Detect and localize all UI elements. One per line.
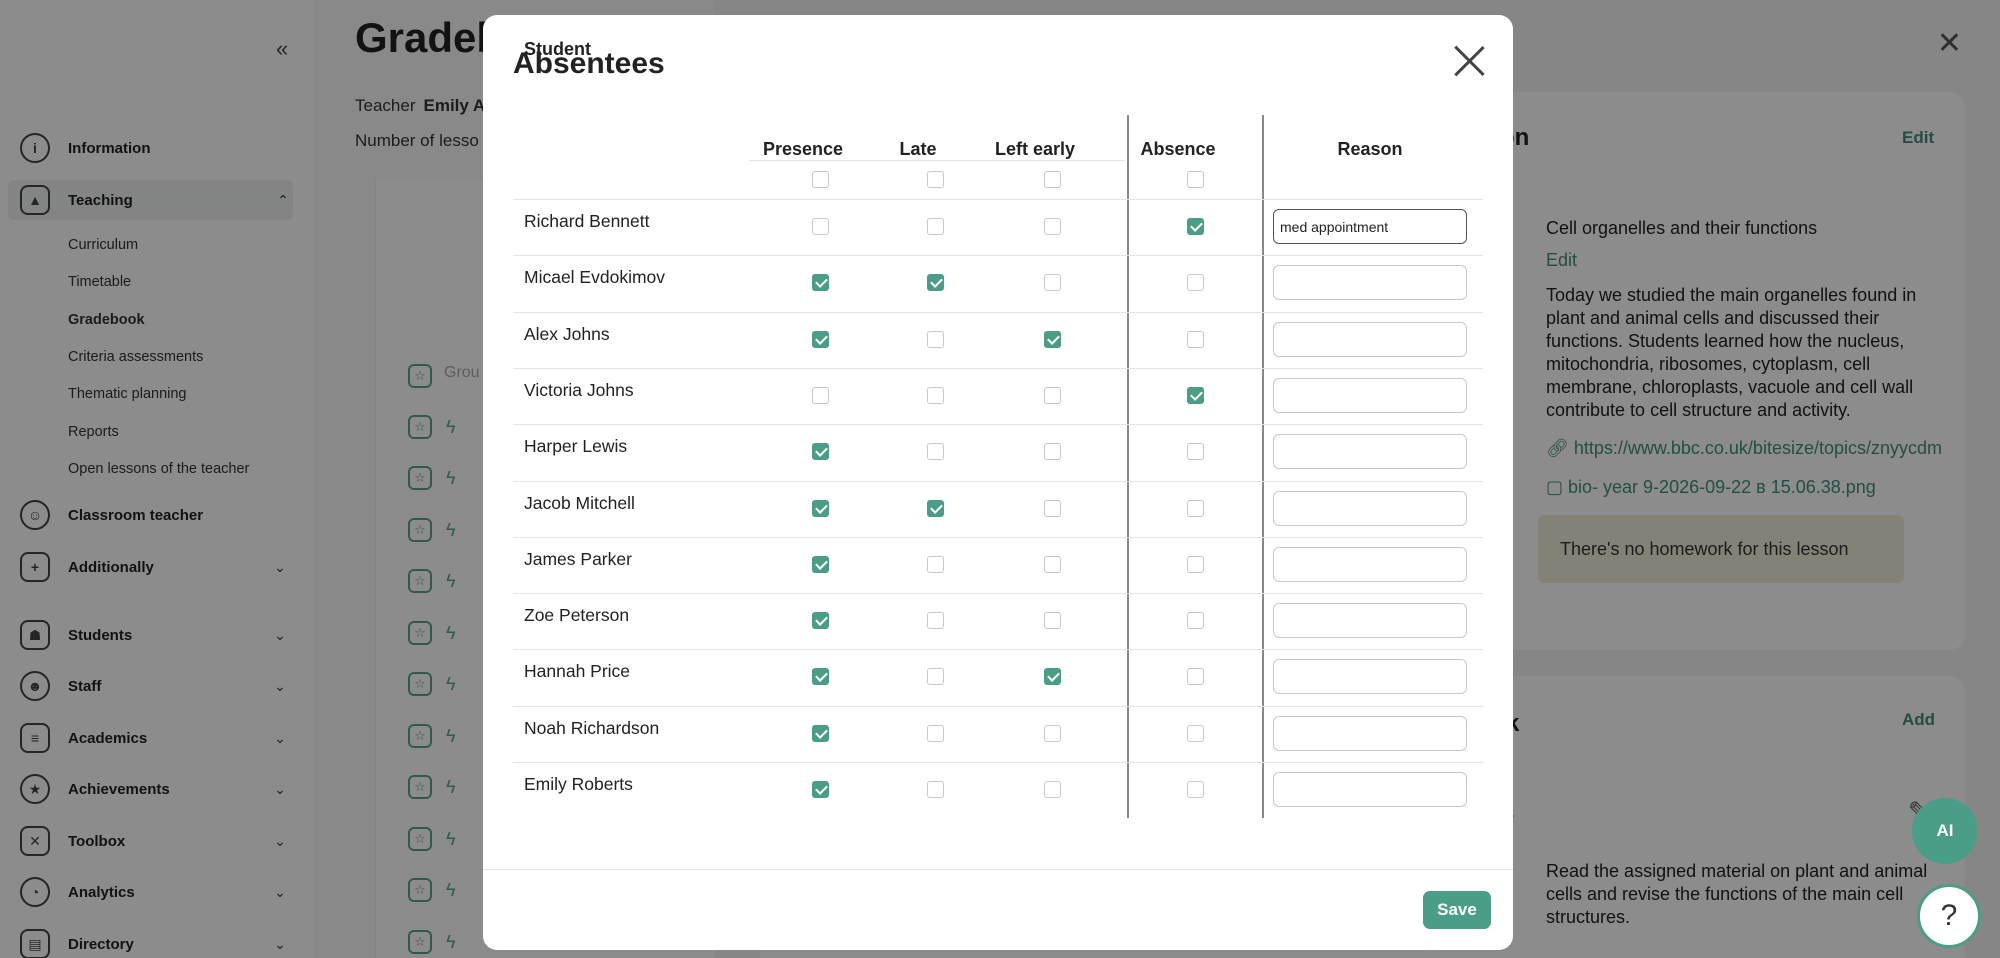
left-early-checkbox[interactable] bbox=[1044, 556, 1061, 573]
column-divider bbox=[1127, 115, 1129, 818]
column-header-presence: Presence bbox=[762, 139, 844, 159]
row-divider bbox=[513, 593, 1483, 594]
reason-input[interactable] bbox=[1273, 603, 1467, 638]
student-name: Noah Richardson bbox=[524, 718, 660, 738]
column-header-reason: Reason bbox=[1337, 139, 1403, 159]
absence-checkbox[interactable] bbox=[1187, 274, 1204, 291]
column-header-absence: Absence bbox=[1140, 139, 1216, 159]
student-name: Harper Lewis bbox=[524, 436, 628, 456]
ai-assistant-button[interactable]: AI bbox=[1912, 798, 1978, 864]
modal-footer-divider bbox=[483, 869, 1513, 870]
absence-checkbox[interactable] bbox=[1187, 725, 1204, 742]
row-divider bbox=[513, 537, 1483, 538]
left-early-checkbox[interactable] bbox=[1044, 781, 1061, 798]
late-checkbox[interactable] bbox=[927, 781, 944, 798]
presence-checkbox[interactable] bbox=[812, 331, 829, 348]
presence-checkbox[interactable] bbox=[812, 725, 829, 742]
reason-input[interactable] bbox=[1273, 772, 1467, 807]
save-button[interactable]: Save bbox=[1423, 891, 1491, 929]
student-name: Hannah Price bbox=[524, 661, 631, 681]
reason-input[interactable] bbox=[1273, 209, 1467, 244]
late-checkbox[interactable] bbox=[927, 500, 944, 517]
left-early-checkbox[interactable] bbox=[1044, 387, 1061, 404]
column-header-student: Student bbox=[524, 39, 591, 59]
left-early-checkbox[interactable] bbox=[1044, 331, 1061, 348]
student-name: Micael Evdokimov bbox=[524, 267, 666, 287]
presence-checkbox[interactable] bbox=[812, 556, 829, 573]
student-name: Jacob Mitchell bbox=[524, 493, 635, 513]
presence-checkbox[interactable] bbox=[812, 387, 829, 404]
reason-input[interactable] bbox=[1273, 547, 1467, 582]
absence-checkbox[interactable] bbox=[1187, 331, 1204, 348]
student-name: Alex Johns bbox=[524, 324, 610, 344]
select-all-left-early-checkbox[interactable] bbox=[1044, 171, 1061, 188]
presence-checkbox[interactable] bbox=[812, 781, 829, 798]
left-early-checkbox[interactable] bbox=[1044, 668, 1061, 685]
reason-input[interactable] bbox=[1273, 378, 1467, 413]
column-header-left-early: Left early bbox=[994, 139, 1076, 159]
help-button[interactable]: ? bbox=[1917, 884, 1981, 948]
student-name: James Parker bbox=[524, 549, 632, 569]
absence-checkbox[interactable] bbox=[1187, 500, 1204, 517]
presence-checkbox[interactable] bbox=[812, 274, 829, 291]
presence-checkbox[interactable] bbox=[812, 443, 829, 460]
late-checkbox[interactable] bbox=[927, 668, 944, 685]
late-checkbox[interactable] bbox=[927, 612, 944, 629]
close-icon[interactable] bbox=[1451, 43, 1487, 79]
absence-checkbox[interactable] bbox=[1187, 781, 1204, 798]
late-checkbox[interactable] bbox=[927, 725, 944, 742]
select-all-absence-checkbox[interactable] bbox=[1187, 171, 1204, 188]
student-name: Richard Bennett bbox=[524, 211, 650, 231]
left-early-checkbox[interactable] bbox=[1044, 612, 1061, 629]
column-divider bbox=[1262, 115, 1264, 818]
absentees-modal: Absentees Student Presence Late Left ear… bbox=[483, 15, 1513, 950]
left-early-checkbox[interactable] bbox=[1044, 274, 1061, 291]
absence-checkbox[interactable] bbox=[1187, 218, 1204, 235]
divider bbox=[749, 160, 1125, 161]
left-early-checkbox[interactable] bbox=[1044, 443, 1061, 460]
presence-checkbox[interactable] bbox=[812, 612, 829, 629]
absence-checkbox[interactable] bbox=[1187, 556, 1204, 573]
row-divider bbox=[513, 199, 1483, 200]
late-checkbox[interactable] bbox=[927, 443, 944, 460]
column-header-late: Late bbox=[899, 139, 937, 159]
late-checkbox[interactable] bbox=[927, 331, 944, 348]
late-checkbox[interactable] bbox=[927, 556, 944, 573]
row-divider bbox=[513, 481, 1483, 482]
row-divider bbox=[513, 649, 1483, 650]
absence-checkbox[interactable] bbox=[1187, 443, 1204, 460]
select-all-late-checkbox[interactable] bbox=[927, 171, 944, 188]
late-checkbox[interactable] bbox=[927, 387, 944, 404]
row-divider bbox=[513, 706, 1483, 707]
row-divider bbox=[513, 368, 1483, 369]
reason-input[interactable] bbox=[1273, 434, 1467, 469]
row-divider bbox=[513, 255, 1483, 256]
presence-checkbox[interactable] bbox=[812, 500, 829, 517]
row-divider bbox=[513, 424, 1483, 425]
student-name: Emily Roberts bbox=[524, 774, 633, 794]
left-early-checkbox[interactable] bbox=[1044, 500, 1061, 517]
left-early-checkbox[interactable] bbox=[1044, 725, 1061, 742]
late-checkbox[interactable] bbox=[927, 218, 944, 235]
reason-input[interactable] bbox=[1273, 265, 1467, 300]
presence-checkbox[interactable] bbox=[812, 218, 829, 235]
absence-checkbox[interactable] bbox=[1187, 668, 1204, 685]
reason-input[interactable] bbox=[1273, 716, 1467, 751]
presence-checkbox[interactable] bbox=[812, 668, 829, 685]
row-divider bbox=[513, 762, 1483, 763]
absence-checkbox[interactable] bbox=[1187, 612, 1204, 629]
reason-input[interactable] bbox=[1273, 322, 1467, 357]
absence-checkbox[interactable] bbox=[1187, 387, 1204, 404]
student-name: Zoe Peterson bbox=[524, 605, 630, 625]
late-checkbox[interactable] bbox=[927, 274, 944, 291]
select-all-presence-checkbox[interactable] bbox=[812, 171, 829, 188]
left-early-checkbox[interactable] bbox=[1044, 218, 1061, 235]
student-name: Victoria Johns bbox=[524, 380, 634, 400]
reason-input[interactable] bbox=[1273, 659, 1467, 694]
reason-input[interactable] bbox=[1273, 491, 1467, 526]
row-divider bbox=[513, 312, 1483, 313]
